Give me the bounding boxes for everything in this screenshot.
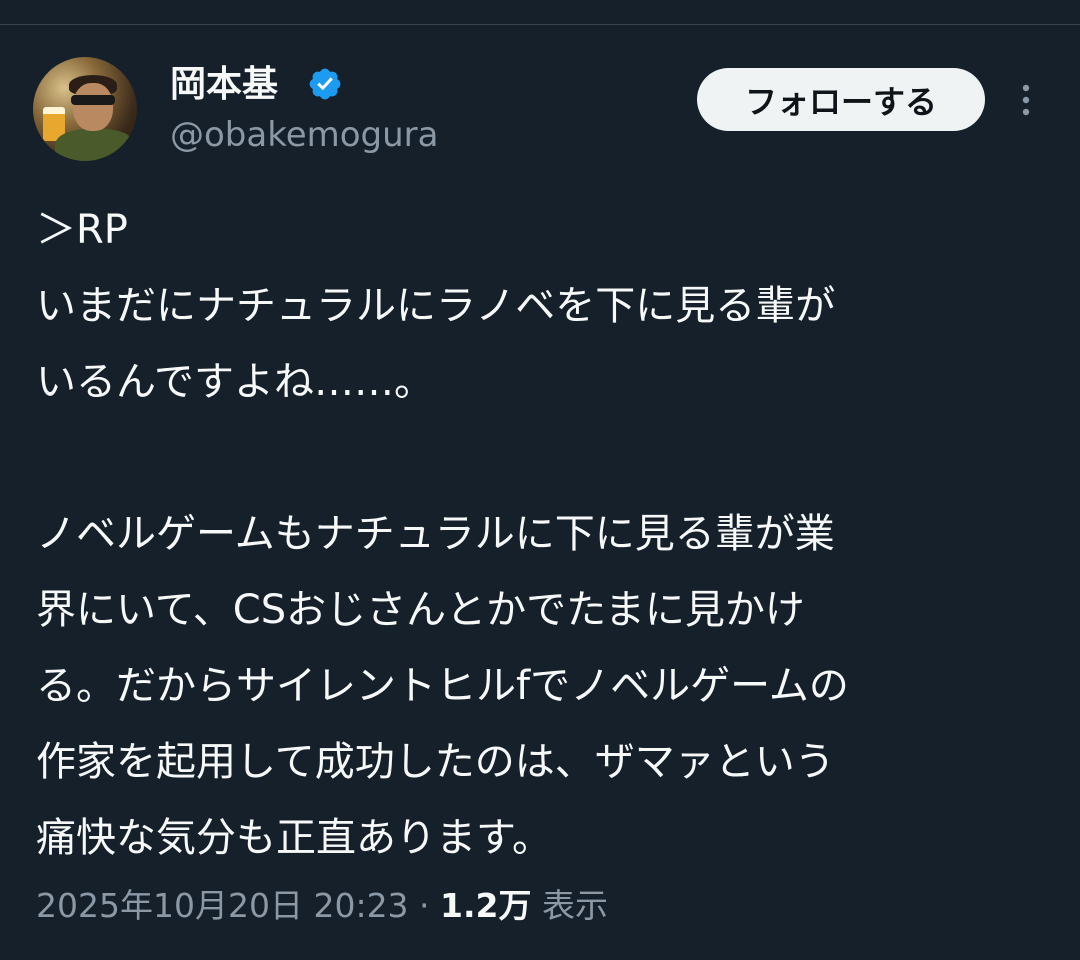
meta-separator: · <box>408 886 441 925</box>
tweet-meta: 2025年10月20日 20:23 · 1.2万 表示 <box>36 882 608 930</box>
tweet-line: 界にいて、CSおじさんとかでたまに見かけ <box>36 587 805 633</box>
more-vertical-icon[interactable] <box>1012 80 1040 120</box>
top-divider <box>0 24 1080 25</box>
tweet-line: る。だからサイレントヒルfでノベルゲームの <box>36 663 849 709</box>
tweet-timestamp[interactable]: 2025年10月20日 20:23 <box>36 886 409 925</box>
avatar[interactable] <box>33 57 137 161</box>
tweet-line: いまだにナチュラルにラノベを下に見る輩が <box>36 283 836 329</box>
tweet-line: ノベルゲームもナチュラルに下に見る輩が業 <box>36 511 835 557</box>
tweet-line: 作家を起用して成功したのは、ザマァという <box>36 739 835 785</box>
avatar-face-graphic <box>73 83 113 131</box>
tweet-line: ＞RP <box>36 207 128 253</box>
views-count[interactable]: 1.2万 <box>440 886 531 925</box>
verified-badge-icon <box>309 68 341 100</box>
tweet-text: ＞RP いまだにナチュラルにラノベを下に見る輩が いるんですよね……。 ノベルゲ… <box>36 192 1046 876</box>
display-name[interactable]: 岡本基 <box>170 62 278 108</box>
avatar-body-graphic <box>55 129 135 161</box>
user-handle[interactable]: @obakemogura <box>170 113 438 157</box>
avatar-glasses-graphic <box>71 95 115 105</box>
follow-button[interactable]: フォローする <box>697 68 985 131</box>
tweet-line: 痛快な気分も正直あります。 <box>36 815 552 861</box>
tweet-line: いるんですよね……。 <box>36 359 434 405</box>
views-label: 表示 <box>531 886 609 925</box>
